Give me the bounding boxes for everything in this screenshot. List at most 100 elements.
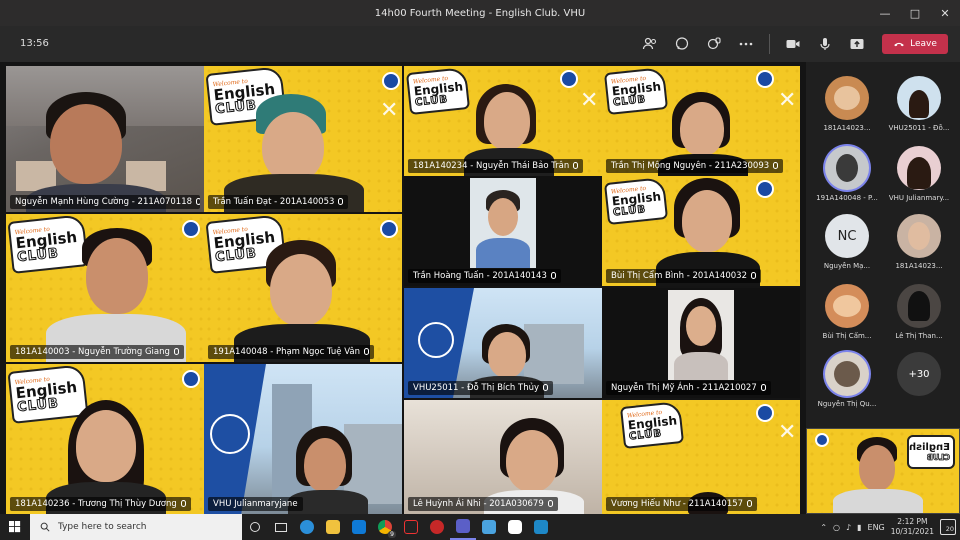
participant-name: VHU Julianmaryjane <box>213 499 298 509</box>
roster-item[interactable]: Lê Thị Than... <box>884 284 954 350</box>
roster-more-button[interactable]: +30 <box>884 352 954 418</box>
participant-name-label: VHU25011 - Đỗ Thị Bích Thủy <box>408 381 554 395</box>
roster-name: VHU25011 - Đỗ... <box>888 124 950 132</box>
university-crest-icon <box>560 70 578 88</box>
taskbar-clock[interactable]: 2:12 PM 10/31/2021 <box>891 517 934 537</box>
edge-browser-icon[interactable] <box>294 514 320 540</box>
video-gallery: Nguyễn Mạnh Hùng Cường - 211A070118 Welc… <box>0 62 806 514</box>
file-explorer-icon[interactable] <box>320 514 346 540</box>
participant-name: 181A140003 - Nguyễn Trường Giang <box>15 347 170 357</box>
window-titlebar: 14h00 Fourth Meeting - English Club. VHU… <box>0 0 960 26</box>
participant-name-label: 181A140236 - Trương Thị Thùy Dương <box>10 497 191 511</box>
close-icon[interactable]: ✕ <box>930 0 960 26</box>
video-tile[interactable]: Welcome to English CLUB ✕ Vương Hiếu Như… <box>602 400 800 514</box>
roster-item[interactable]: NC Nguyễn Mạ... <box>812 214 882 280</box>
zalo-icon[interactable] <box>502 514 528 540</box>
mic-icon <box>760 384 766 391</box>
participant-name: Nguyễn Thị Mỹ Ánh - 211A210027 <box>611 383 757 393</box>
mic-icon <box>338 198 344 205</box>
roster-item[interactable]: 181A14023... <box>812 76 882 142</box>
decor-x-icon: ✕ <box>380 98 399 123</box>
mic-icon <box>550 272 556 279</box>
taskbar-search-box[interactable]: Type here to search <box>30 514 242 540</box>
video-tile[interactable]: Welcome to English CLUB ✕ 181A140234 - N… <box>404 66 602 176</box>
self-view-video[interactable]: English CLUB <box>806 428 960 514</box>
avatar <box>825 76 869 120</box>
mic-icon <box>773 162 779 169</box>
app-icon[interactable] <box>476 514 502 540</box>
task-view-icon[interactable] <box>268 514 294 540</box>
chevron-up-icon[interactable]: ⌃ <box>820 523 827 532</box>
video-tile[interactable]: Welcome to English CLUB 191A140048 - Phạ… <box>204 214 402 362</box>
avatar <box>897 76 941 120</box>
clock-time: 2:12 PM <box>897 517 928 526</box>
english-club-logo: Welcome to English CLUB <box>405 66 471 116</box>
video-tile[interactable]: Welcome to English CLUB ✕ Trần Tuấn Đạt … <box>204 66 402 212</box>
video-tile[interactable]: Welcome to English CLUB 181A140236 - Trư… <box>6 364 204 514</box>
leave-button[interactable]: Leave <box>882 34 948 54</box>
decor-x-icon: ✕ <box>580 88 599 113</box>
roster-name: Nguyễn Mạ... <box>823 262 871 270</box>
windows-taskbar: Type here to search 9 ⌃ ○ ♪ ▮ ENG 2:12 P… <box>0 514 960 540</box>
battery-icon[interactable]: ▮ <box>857 523 861 532</box>
video-tile[interactable]: Nguyễn Mạnh Hùng Cường - 211A070118 <box>6 66 204 212</box>
mic-icon <box>547 500 553 507</box>
window-title: 14h00 Fourth Meeting - English Club. VHU <box>374 7 586 19</box>
video-tile[interactable]: Welcome to English CLUB 181A140003 - Ngu… <box>6 214 204 362</box>
university-crest-icon <box>182 220 200 238</box>
share-screen-icon[interactable] <box>844 31 870 57</box>
start-button[interactable] <box>0 514 30 540</box>
video-tile[interactable]: Welcome to English CLUB ✕ Trần Thị Mộng … <box>602 66 800 176</box>
mic-icon <box>573 162 579 169</box>
windows-logo-icon <box>9 521 21 533</box>
english-club-logo: Welcome to English CLUB <box>7 214 89 274</box>
people-icon[interactable] <box>637 31 663 57</box>
cortana-icon[interactable] <box>242 514 268 540</box>
chat-icon[interactable] <box>669 31 695 57</box>
video-tile[interactable]: Trần Hoàng Tuấn - 201A140143 <box>404 176 602 286</box>
mic-icon <box>750 272 756 279</box>
more-options-icon[interactable] <box>733 31 759 57</box>
university-seal-icon <box>418 322 454 358</box>
participant-name-label: VHU Julianmaryjane <box>208 497 303 511</box>
media-app-icon[interactable] <box>398 514 424 540</box>
video-tile[interactable]: VHU Julianmaryjane <box>204 364 402 514</box>
roster-item[interactable]: Bùi Thị Cẩm... <box>812 284 882 350</box>
roster-item[interactable]: 181A14023... <box>884 214 954 280</box>
search-placeholder: Type here to search <box>58 522 147 532</box>
app-icon[interactable] <box>346 514 372 540</box>
video-tile[interactable]: Nguyễn Thị Mỹ Ánh - 211A210027 <box>602 288 800 398</box>
roster-item[interactable]: VHU25011 - Đỗ... <box>884 76 954 142</box>
maximize-icon[interactable]: □ <box>900 0 930 26</box>
participant-name: VHU25011 - Đỗ Thị Bích Thủy <box>413 383 540 393</box>
roster-name: 181A14023... <box>895 262 943 270</box>
roster-item[interactable]: Nguyễn Thị Qu... <box>812 352 882 418</box>
roster-item[interactable]: 191A140048 - P... <box>812 146 882 212</box>
english-club-logo: Welcome to English CLUB <box>603 66 669 116</box>
notification-center-icon[interactable]: 20 <box>940 519 956 535</box>
mic-icon <box>196 198 200 205</box>
input-language[interactable]: ENG <box>868 523 885 532</box>
minimize-icon[interactable]: — <box>870 0 900 26</box>
participant-name: Lê Huỳnh Ái Nhi - 201A030679 <box>413 499 544 509</box>
video-tile[interactable]: Welcome to English CLUB Bùi Thị Cẩm Bình… <box>602 176 800 286</box>
video-tile[interactable]: Lê Huỳnh Ái Nhi - 201A030679 <box>404 400 602 514</box>
camera-icon[interactable] <box>780 31 806 57</box>
phone-hangup-icon <box>894 42 904 47</box>
roster-item[interactable]: VHU Julianmary... <box>884 146 954 212</box>
reactions-icon[interactable] <box>701 31 727 57</box>
remote-app-icon[interactable] <box>528 514 554 540</box>
window-count-badge: 9 <box>388 531 396 538</box>
microphone-icon[interactable] <box>812 31 838 57</box>
participant-name: 181A140234 - Nguyễn Thái Bảo Trân <box>413 161 570 171</box>
record-app-icon[interactable] <box>424 514 450 540</box>
avatar <box>825 352 869 396</box>
chrome-icon[interactable]: 9 <box>372 514 398 540</box>
volume-icon[interactable]: ♪ <box>846 523 851 532</box>
meeting-timer: 13:56 <box>20 38 49 49</box>
window-controls: — □ ✕ <box>870 0 960 26</box>
video-tile[interactable]: VHU25011 - Đỗ Thị Bích Thủy <box>404 288 602 398</box>
teams-icon[interactable] <box>450 514 476 540</box>
roster-name: 181A14023... <box>823 124 871 132</box>
wifi-icon[interactable]: ○ <box>833 523 840 532</box>
